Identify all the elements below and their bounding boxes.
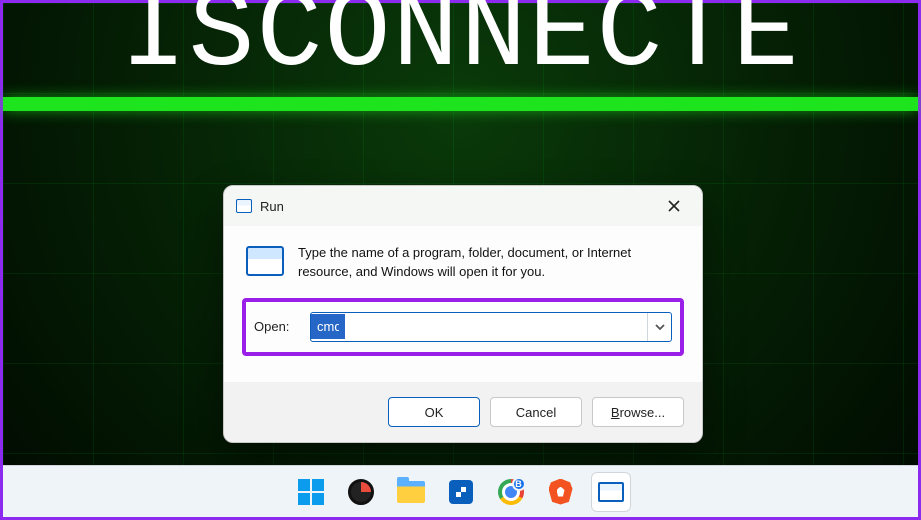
run-button-bar: OK Cancel Browse... — [224, 382, 702, 442]
open-input-blank[interactable] — [345, 313, 647, 341]
cancel-button[interactable]: Cancel — [490, 397, 582, 427]
taskbar-chrome[interactable]: B — [491, 472, 531, 512]
close-icon — [668, 200, 680, 212]
run-large-icon — [246, 246, 284, 276]
run-title: Run — [260, 199, 284, 214]
wallpaper-text: ISCONNECTE — [3, 0, 918, 98]
taskbar-brave[interactable] — [541, 472, 581, 512]
taskbar-run[interactable] — [591, 472, 631, 512]
run-icon — [236, 199, 252, 213]
close-button[interactable] — [652, 191, 696, 221]
open-input[interactable] — [311, 314, 345, 339]
run-description: Type the name of a program, folder, docu… — [298, 244, 680, 282]
chrome-icon: B — [498, 479, 524, 505]
ok-button[interactable]: OK — [388, 397, 480, 427]
browse-button[interactable]: Browse... — [592, 397, 684, 427]
open-dropdown-button[interactable] — [647, 313, 671, 341]
chevron-down-icon — [655, 322, 665, 332]
store-icon — [449, 480, 473, 504]
taskbar-start[interactable] — [291, 472, 331, 512]
folder-icon — [397, 481, 425, 503]
wallpaper-accent-bar — [3, 97, 918, 111]
taskbar-file-explorer[interactable] — [391, 472, 431, 512]
run-dialog: Run Type the name of a program, folder, … — [223, 185, 703, 443]
chrome-badge: B — [512, 477, 526, 491]
open-combobox[interactable] — [310, 312, 672, 342]
taskbar-ms-store[interactable] — [441, 472, 481, 512]
gear-icon — [348, 479, 374, 505]
open-label: Open: — [254, 319, 298, 334]
open-row-highlight: Open: — [242, 298, 684, 356]
windows-logo-icon — [298, 479, 324, 505]
taskbar: B — [3, 465, 918, 517]
run-taskbar-icon — [598, 482, 624, 502]
taskbar-app-unknown[interactable] — [341, 472, 381, 512]
brave-icon — [549, 479, 573, 505]
run-titlebar[interactable]: Run — [224, 186, 702, 226]
